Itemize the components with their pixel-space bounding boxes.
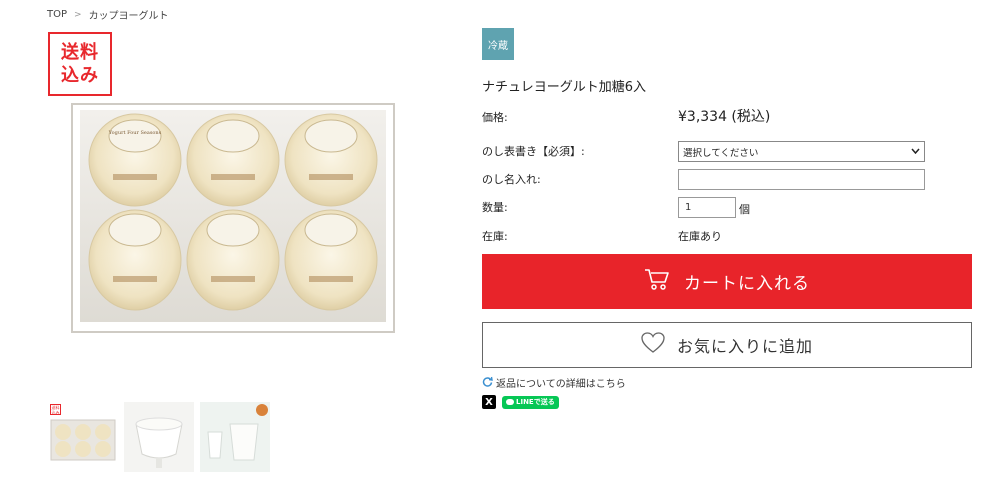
breadcrumb-current[interactable]: カップヨーグルト xyxy=(89,7,169,22)
noshi-name-input[interactable] xyxy=(678,169,925,190)
free-shipping-line2: 込み xyxy=(61,65,99,86)
refresh-icon xyxy=(482,376,493,390)
quantity-unit: 個 xyxy=(739,203,750,216)
social-share: X LINEで送る xyxy=(482,395,559,409)
price-label: 価格: xyxy=(482,111,508,124)
chevron-down-icon xyxy=(911,147,920,157)
price-value: ¥3,334 (税込) xyxy=(678,109,771,125)
add-to-cart-button[interactable]: カートに入れる xyxy=(482,254,972,309)
product-main-image: Yogurt Four Seasons xyxy=(68,100,398,336)
noshi-label: のし表書き【必須】: xyxy=(482,145,585,158)
cart-icon xyxy=(644,267,670,296)
add-to-favorites-button[interactable]: お気に入りに追加 xyxy=(482,322,972,368)
return-policy-link[interactable]: 返品についての詳細はこちら xyxy=(482,375,626,390)
breadcrumb: TOP > カップヨーグルト xyxy=(47,7,169,22)
stock-value: 在庫あり xyxy=(678,230,722,243)
noshi-select-value: 選択してください xyxy=(683,147,759,159)
stock-label: 在庫: xyxy=(482,230,508,243)
thumbnail-box[interactable]: 送料 込み xyxy=(48,402,118,472)
mini-free-shipping-badge: 送料 込み xyxy=(50,404,61,415)
thumbnail-serving[interactable] xyxy=(200,402,270,472)
heart-icon xyxy=(641,332,665,358)
cup-label-text: Yogurt Four Seasons xyxy=(108,130,162,136)
thumbnail-strip: 送料 込み xyxy=(48,402,270,472)
thumbnail-yogurt-glass[interactable] xyxy=(124,402,194,472)
free-shipping-badge: 送料 込み xyxy=(48,32,112,96)
noshi-name-label: のし名入れ: xyxy=(482,173,541,186)
noshi-select[interactable]: 選択してください xyxy=(678,141,925,162)
add-to-cart-label: カートに入れる xyxy=(684,274,810,294)
x-share-button[interactable]: X xyxy=(482,395,496,409)
chilled-badge: 冷蔵 xyxy=(482,28,514,60)
line-icon xyxy=(506,399,514,405)
chevron-right-icon: > xyxy=(74,9,82,20)
product-title: ナチュレヨーグルト加糖6入 xyxy=(482,80,647,95)
add-to-favorites-label: お気に入りに追加 xyxy=(676,337,813,356)
line-share-button[interactable]: LINEで送る xyxy=(502,395,559,409)
quantity-label: 数量: xyxy=(482,201,508,214)
return-policy-text: 返品についての詳細はこちら xyxy=(496,379,626,390)
free-shipping-line1: 送料 xyxy=(61,42,99,63)
line-share-label: LINEで送る xyxy=(516,398,555,406)
breadcrumb-home[interactable]: TOP xyxy=(47,9,67,20)
quantity-input[interactable]: 1 xyxy=(678,197,736,218)
